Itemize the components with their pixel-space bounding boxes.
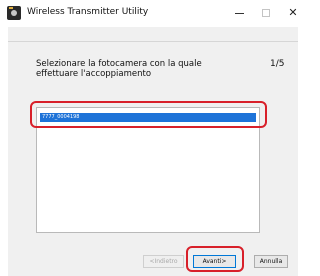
camera-list-item-label: 7777_0004198 — [42, 114, 80, 120]
cancel-button[interactable]: Annulla — [254, 255, 288, 268]
wizard-prompt: Selezionare la fotocamera con la quale e… — [36, 59, 236, 79]
wireless-transmitter-window: Wireless Transmitter Utility ✕ Seleziona… — [0, 0, 305, 276]
minimize-button[interactable] — [229, 4, 251, 22]
app-icon-flash — [9, 7, 13, 9]
window-title: Wireless Transmitter Utility — [27, 7, 149, 17]
close-button[interactable]: ✕ — [282, 4, 304, 22]
back-button[interactable]: <Indietro — [143, 255, 184, 268]
prompt-line-1: Selezionare la fotocamera con la quale — [36, 59, 202, 69]
app-icon-lens — [11, 10, 17, 16]
camera-listbox[interactable]: 7777_0004198 — [36, 107, 260, 233]
header-divider — [8, 41, 298, 42]
next-button[interactable]: Avanti> — [193, 255, 236, 268]
camera-app-icon — [7, 6, 21, 20]
prompt-line-2: effettuare l'accoppiamento — [36, 69, 152, 79]
title-bar[interactable]: Wireless Transmitter Utility ✕ — [0, 0, 305, 27]
page-counter: 1/5 — [270, 59, 285, 69]
close-icon: ✕ — [288, 6, 298, 19]
minimize-icon — [235, 13, 244, 14]
camera-list-item[interactable]: 7777_0004198 — [40, 113, 256, 122]
maximize-button[interactable] — [256, 4, 278, 22]
maximize-icon — [262, 9, 270, 17]
